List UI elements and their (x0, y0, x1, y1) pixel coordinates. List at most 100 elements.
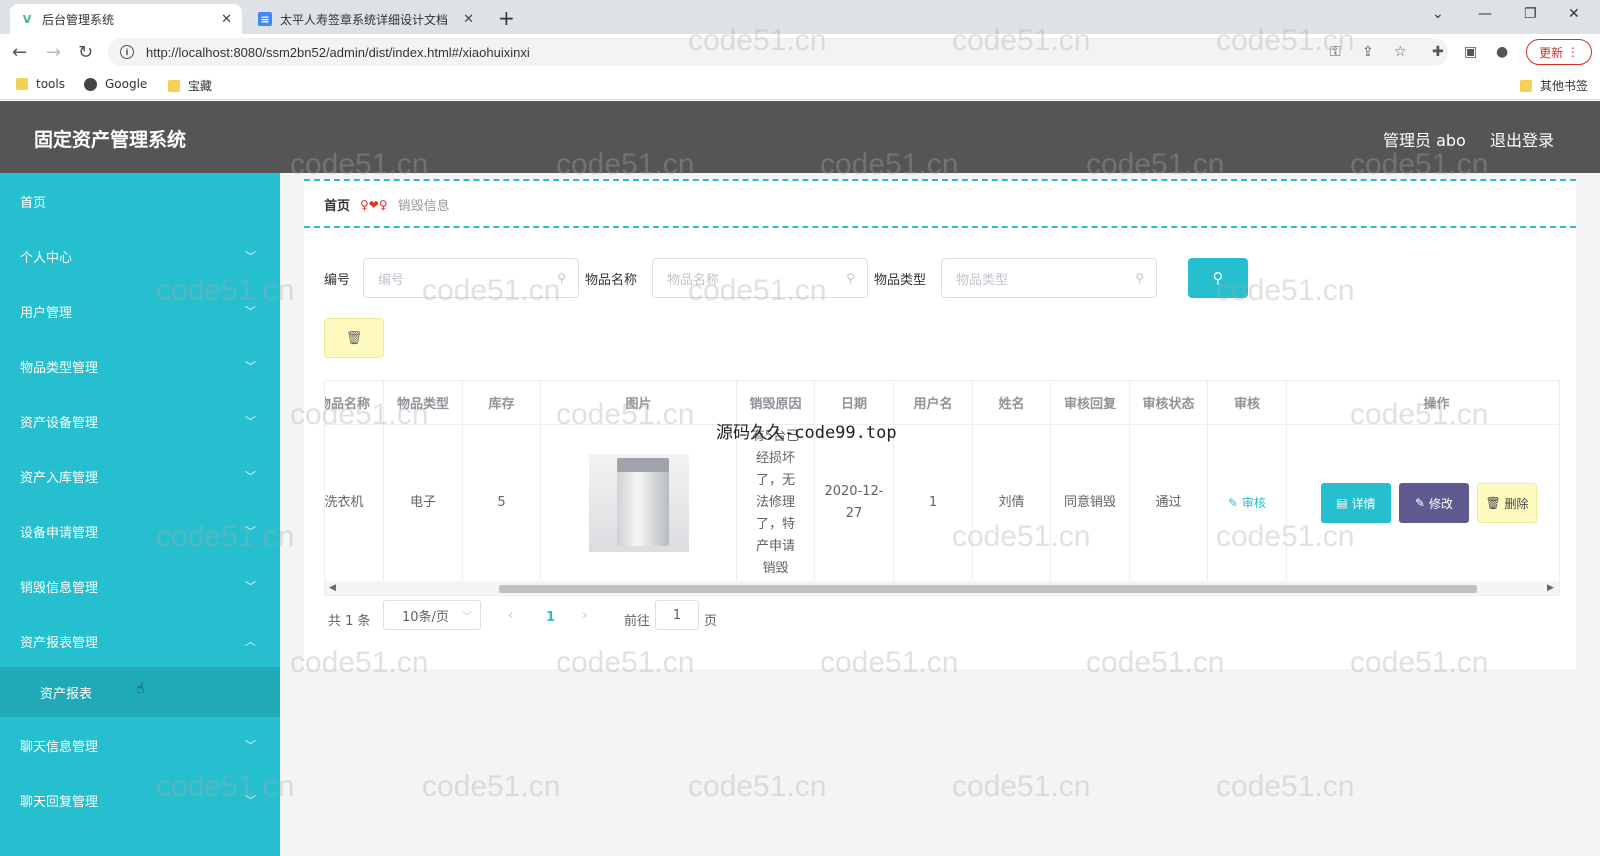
sidebar-item-requests[interactable]: 设备申请管理 ﹀ (0, 503, 280, 559)
edit-icon: ✎ (1228, 496, 1242, 510)
search-input-name[interactable]: 物品名称 ⚲ (652, 258, 868, 298)
search-input-id[interactable]: 编号 ⚲ (363, 258, 579, 298)
window-close-icon[interactable]: ✕ (1568, 6, 1580, 22)
search-label-type: 物品类型 (874, 273, 927, 288)
key-icon[interactable]: ⚿ (1330, 44, 1341, 60)
sidebar-item-label: 聊天回复管理 (20, 794, 99, 810)
new-tab-icon[interactable]: + (498, 6, 515, 30)
sidebar-subitem-asset-report[interactable]: 资产报表 ☝ (0, 667, 280, 717)
chevron-down-icon: ﹀ (245, 794, 256, 807)
bookmark-google[interactable]: Google (84, 77, 147, 91)
current-page[interactable]: 1 (546, 610, 555, 625)
document-icon: ▤ (1336, 496, 1352, 510)
browser-tab-active[interactable]: V 后台管理系统 ✕ (10, 4, 242, 34)
sidebar-item-users[interactable]: 用户管理 ﹀ (0, 283, 280, 339)
date-text: 2020-12-27 (824, 484, 884, 521)
audit-link[interactable]: ✎ 审核 (1228, 492, 1266, 514)
info-icon[interactable]: i (120, 45, 134, 59)
sidebar-subitem-label: 资产报表 (40, 686, 93, 702)
app-title: 固定资产管理系统 (34, 129, 187, 151)
sidebar-item-assets[interactable]: 资产设备管理 ﹀ (0, 393, 280, 449)
folder-icon (168, 79, 180, 92)
close-icon[interactable]: ✕ (463, 12, 474, 27)
browser-tab-bar: V 后台管理系统 ✕ ≡ 太平人寿签章系统详细设计文档 ✕ + ⌄ — ❐ ✕ (0, 0, 1600, 34)
scroll-right-icon[interactable]: ▶ (1547, 583, 1554, 593)
sidebar-item-label: 资产入库管理 (20, 470, 99, 486)
chevron-down-icon[interactable]: ⌄ (1432, 6, 1444, 22)
horizontal-scrollbar[interactable]: ◀ ▶ (325, 581, 1559, 595)
scroll-thumb[interactable] (499, 585, 1477, 593)
close-icon[interactable]: ✕ (221, 12, 232, 27)
bookmarks-bar: tools Google 宝藏 其他书签 (0, 70, 1600, 100)
share-icon[interactable]: ⇪ (1362, 44, 1374, 60)
goto-page-input[interactable]: 1 (655, 600, 699, 630)
search-icon: ⚲ (557, 271, 566, 285)
edit-button[interactable]: ✎ 修改 (1399, 483, 1469, 523)
forward-icon[interactable]: → (46, 42, 61, 63)
url-input[interactable]: i http://localhost:8080/ssm2bn52/admin/d… (108, 38, 1448, 66)
restore-icon[interactable]: ❐ (1524, 6, 1537, 22)
placeholder: 物品名称 (667, 272, 720, 288)
column-header: 用户名 (894, 381, 973, 425)
chevron-down-icon: ﹀ (245, 525, 256, 538)
sidebar-item-profile[interactable]: 个人中心 ﹀ (0, 228, 280, 284)
app-header: 固定资产管理系统 管理员 abo 退出登录 (0, 101, 1600, 173)
sidebar-item-label: 设备申请管理 (20, 525, 99, 541)
bookmark-tools[interactable]: tools (16, 77, 65, 91)
globe-icon (84, 77, 97, 91)
sidebar-item-item-types[interactable]: 物品类型管理 ﹀ (0, 338, 280, 394)
chevron-down-icon: ﹀ (245, 305, 256, 318)
document-icon: ≡ (258, 12, 272, 26)
back-icon[interactable]: ← (12, 42, 27, 63)
bookmark-other[interactable]: 其他书签 (1520, 77, 1588, 94)
bookmark-treasure[interactable]: 宝藏 (168, 77, 212, 94)
sidepanel-icon[interactable]: ▣ (1464, 44, 1477, 60)
detail-button[interactable]: ▤ 详情 (1321, 483, 1391, 523)
browser-tab[interactable]: ≡ 太平人寿签章系统详细设计文档 ✕ (248, 4, 484, 34)
sidebar-item-reports[interactable]: 资产报表管理 ︿ (0, 613, 280, 669)
sidebar-item-home[interactable]: 首页 (0, 173, 280, 229)
placeholder: 物品类型 (956, 272, 1009, 288)
scroll-left-icon[interactable]: ◀ (329, 583, 336, 593)
sidebar-item-inbound[interactable]: 资产入库管理 ﹀ (0, 448, 280, 504)
column-header: 姓名 (973, 381, 1051, 425)
cell-image (541, 425, 737, 581)
bookmark-label: tools (36, 77, 65, 91)
sidebar-item-chat-reply[interactable]: 聊天回复管理 ﹀ (0, 772, 280, 828)
search-input-type[interactable]: 物品类型 ⚲ (941, 258, 1157, 298)
detail-label: 详情 (1351, 496, 1376, 511)
reason-text: 有5台已经损坏了，无法修理了，特产申请销毁 (751, 429, 800, 576)
profile-icon[interactable]: ● (1496, 44, 1508, 60)
chevron-down-icon: ﹀ (245, 580, 256, 593)
pagination-total: 共 1 条 (328, 614, 371, 629)
batch-delete-button[interactable]: 🗑 (324, 318, 384, 358)
update-button[interactable]: 更新 ⋮ (1526, 39, 1592, 65)
cell-reply: 同意销毁 (1051, 425, 1130, 581)
page-size-select[interactable]: 10条/页 ﹀ (383, 600, 481, 630)
search-button[interactable]: ⚲ (1188, 258, 1248, 298)
minimize-icon[interactable]: — (1478, 6, 1492, 22)
chevron-down-icon: ﹀ (245, 739, 256, 752)
column-header: 图片 (541, 381, 737, 425)
next-page-icon[interactable]: › (582, 608, 587, 623)
sidebar-item-label: 资产报表管理 (20, 635, 99, 651)
search-icon: ⚲ (846, 271, 855, 285)
cell-date: 2020-12-27 (815, 425, 894, 581)
reload-icon[interactable]: ↻ (78, 42, 93, 63)
sidebar-item-chat[interactable]: 聊天信息管理 ﹀ (0, 717, 280, 773)
bookmark-label: Google (105, 77, 148, 91)
star-icon[interactable]: ☆ (1394, 44, 1407, 60)
trash-icon: 🗑 (1485, 496, 1505, 510)
search-label-name: 物品名称 (585, 273, 638, 288)
current-user: 管理员 abo (1383, 131, 1466, 150)
column-header: 操作 (1287, 381, 1559, 425)
breadcrumb-separator: ♀❤♀ (360, 197, 388, 212)
sidebar-item-disposal[interactable]: 销毁信息管理 ﹀ (0, 558, 280, 614)
delete-label: 删除 (1504, 496, 1529, 511)
extensions-icon[interactable]: ✚ (1432, 44, 1444, 60)
chevron-down-icon: ﹀ (245, 415, 256, 428)
delete-button[interactable]: 🗑 删除 (1477, 483, 1537, 523)
breadcrumb-home[interactable]: 首页 (324, 195, 350, 214)
logout-link[interactable]: 退出登录 (1490, 127, 1554, 151)
prev-page-icon[interactable]: ‹ (508, 608, 513, 623)
